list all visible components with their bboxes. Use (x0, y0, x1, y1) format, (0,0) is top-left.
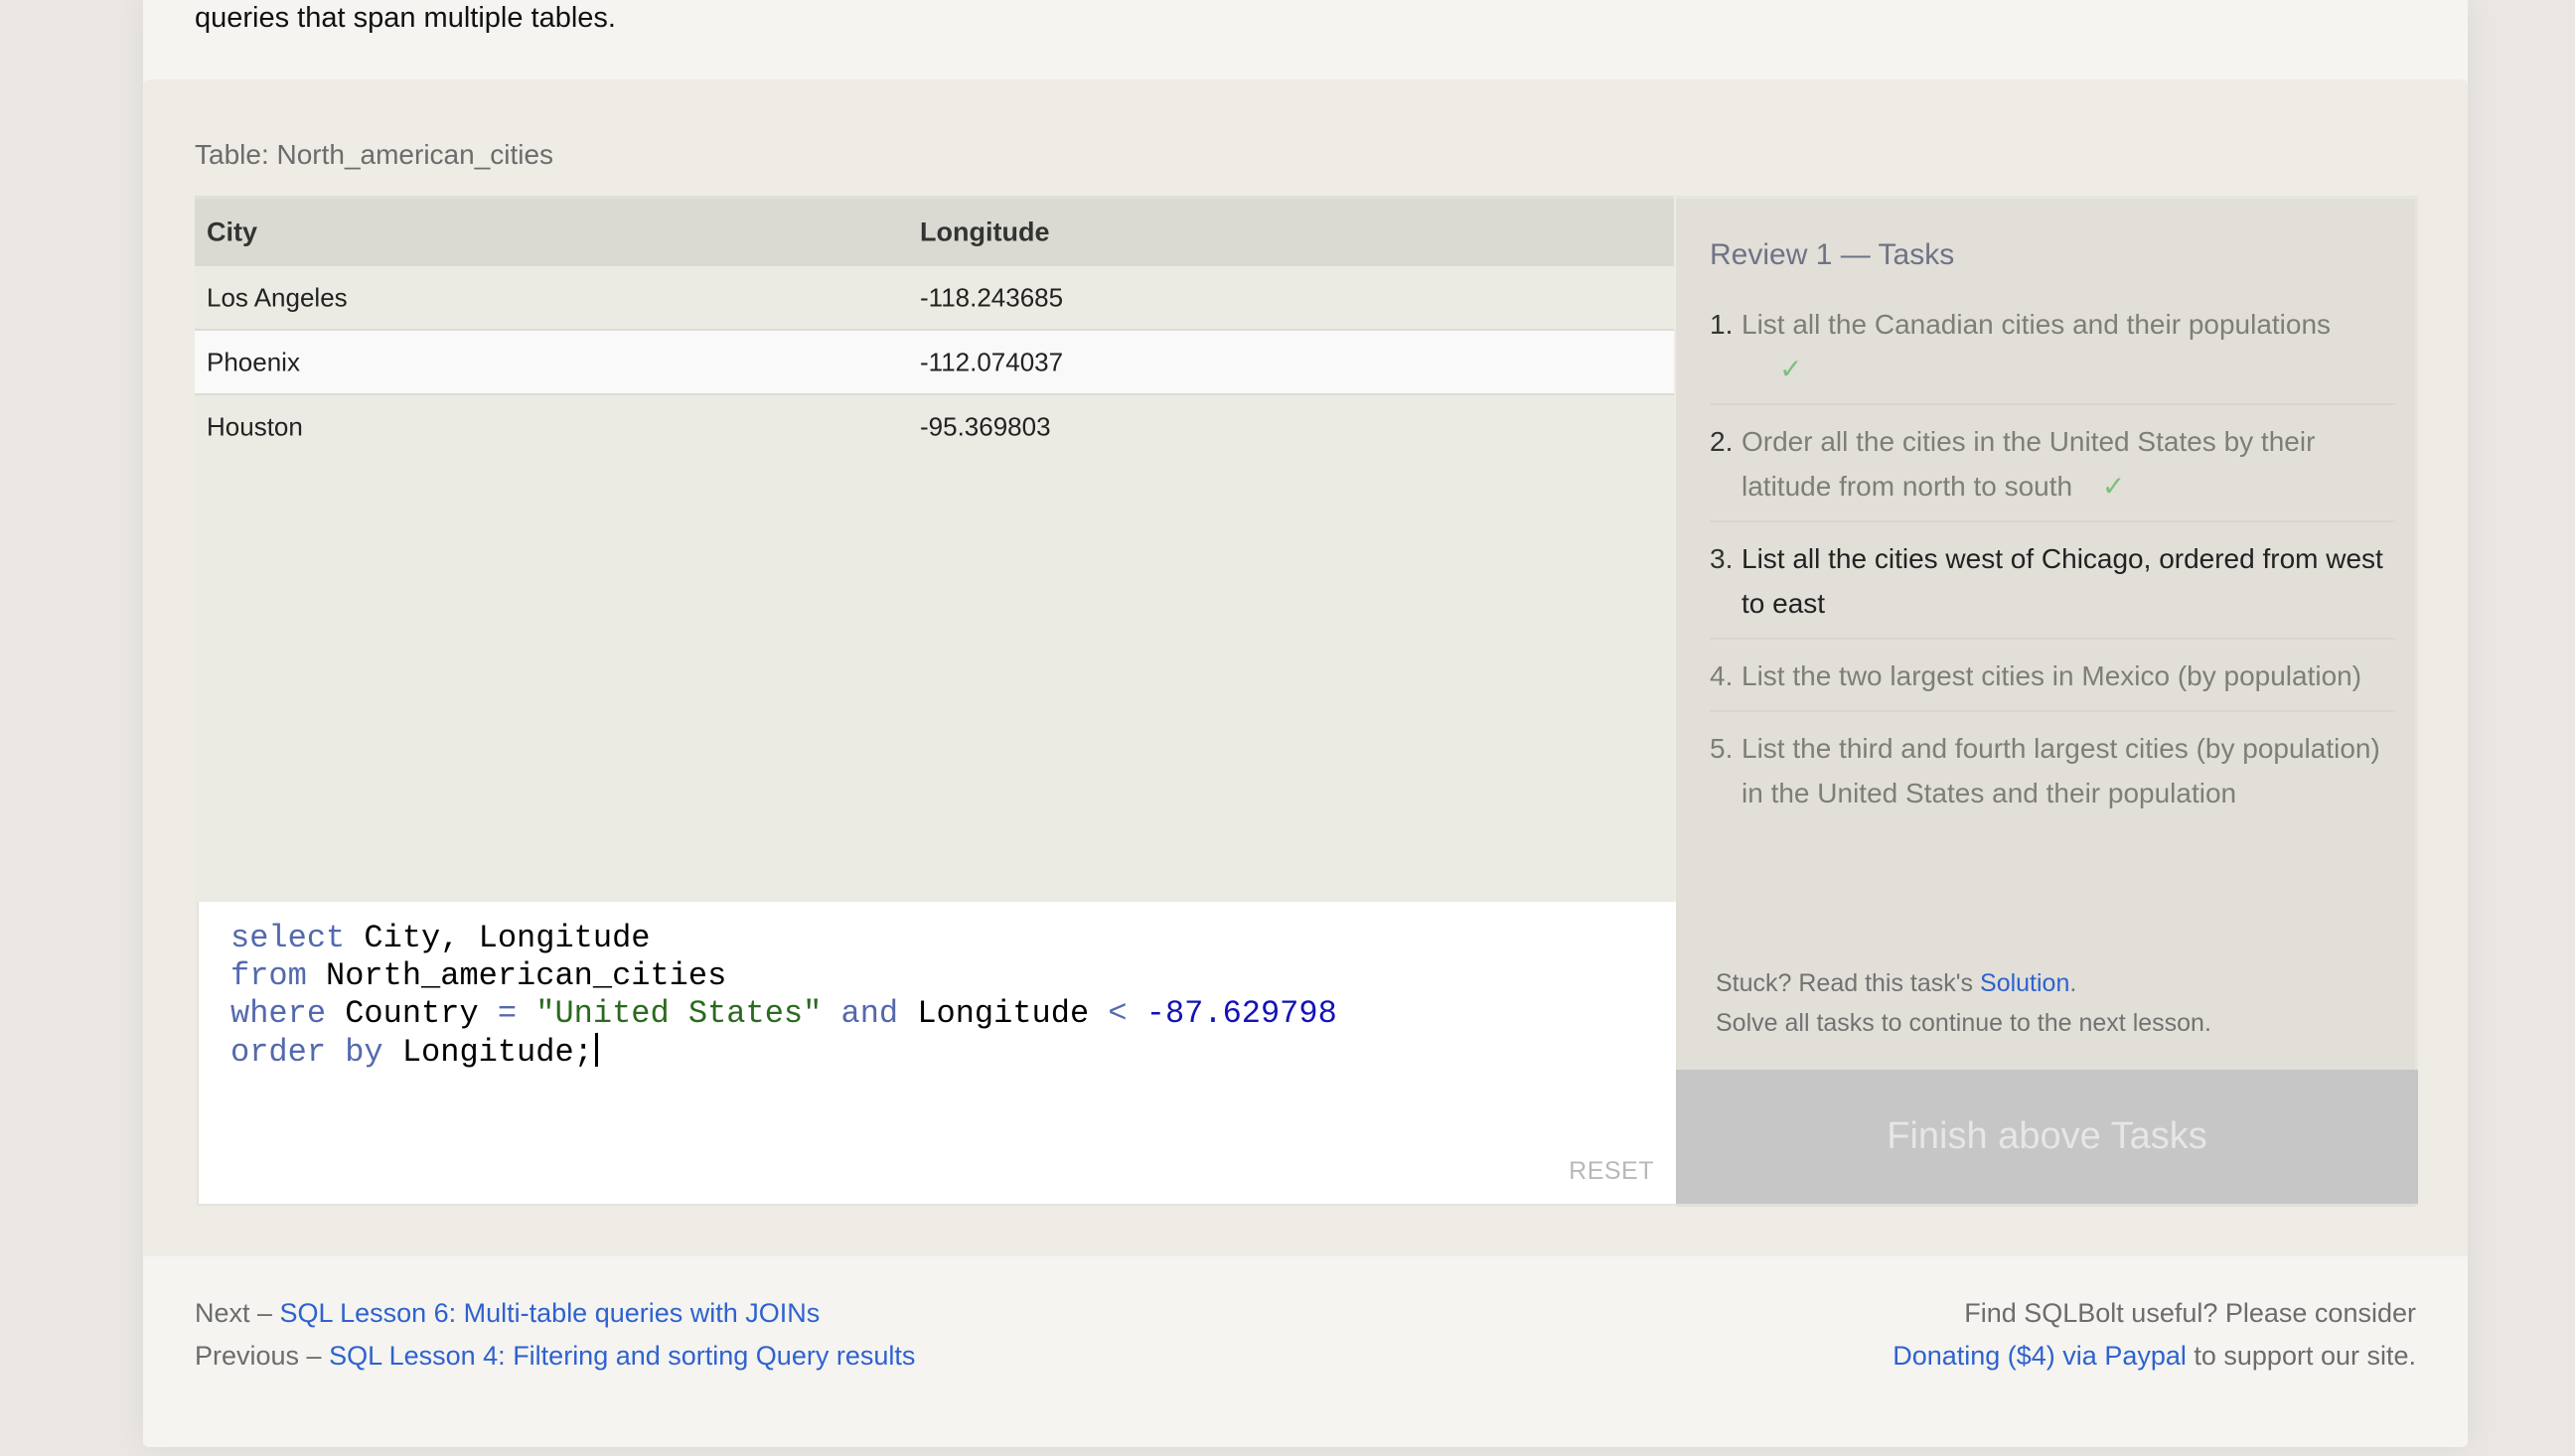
code-token-kw: order by (230, 1034, 383, 1071)
column-header-city: City (207, 217, 258, 247)
donation-note: Find SQLBolt useful? Please consider Don… (1893, 1292, 2416, 1378)
task-number: 2. (1710, 426, 1734, 457)
sql-editor[interactable]: select City, Longitude from North_americ… (197, 902, 1676, 1206)
cell-longitude: -112.074037 (920, 347, 1064, 376)
task-item: 5. List the third and fourth largest cit… (1710, 726, 2395, 827)
hint-line2: Solve all tasks to continue to the next … (1716, 1009, 2211, 1037)
task-text: List the third and fourth largest cities… (1742, 733, 2380, 808)
solution-link[interactable]: Solution (1980, 969, 2069, 997)
next-lesson-link[interactable]: SQL Lesson 6: Multi-table queries with J… (280, 1298, 821, 1328)
task-number: 5. (1710, 733, 1734, 764)
task-list: 1. List all the Canadian cities and thei… (1710, 302, 2395, 841)
previous-lesson-link[interactable]: SQL Lesson 4: Filtering and sorting Quer… (329, 1341, 915, 1371)
lesson-intro: queries that span multiple tables. (195, 0, 2416, 79)
tasks-panel: Review 1 — Tasks 1. List all the Canadia… (1676, 196, 2418, 1207)
cell-longitude: -118.243685 (920, 282, 1064, 312)
code-token-op: = (497, 995, 518, 1032)
task-number: 4. (1710, 660, 1734, 691)
check-icon: ✓ (2101, 471, 2126, 502)
next-prefix: Next – (195, 1298, 280, 1328)
code-token: Country (326, 995, 498, 1032)
cell-city: Los Angeles (207, 282, 348, 312)
cell-city: Phoenix (207, 347, 300, 376)
task-text: Order all the cities in the United State… (1742, 426, 2316, 502)
tasks-title: Review 1 — Tasks (1710, 238, 1955, 271)
table-row: Houston -95.369803 (195, 395, 1674, 458)
code-line[interactable]: select City, Longitude (230, 920, 650, 956)
check-icon: ✓ (1779, 354, 1803, 384)
code-token: Longitude; (382, 1034, 593, 1071)
code-token-kw: from (230, 957, 307, 994)
task-number: 3. (1710, 543, 1734, 574)
code-token: Longitude (898, 995, 1109, 1032)
hint-prefix: Stuck? Read this task's (1716, 969, 1981, 997)
code-token-kw: and (840, 995, 899, 1032)
code-token-num: -87.629798 (1145, 995, 1337, 1032)
task-item: 2. Order all the cities in the United St… (1710, 419, 2395, 522)
exercise-panel: Table: North_american_cities City Longit… (143, 79, 2468, 1256)
code-line[interactable]: where Country = "United States" and Long… (230, 995, 1337, 1032)
task-item: 4. List the two largest cities in Mexico… (1710, 654, 2395, 712)
code-token: North_american_cities (306, 957, 727, 994)
previous-prefix: Previous – (195, 1341, 330, 1371)
table-row: Phoenix -112.074037 (195, 331, 1674, 395)
hint-suffix: . (2069, 969, 2077, 997)
code-token-kw: select (230, 920, 346, 956)
donate-link[interactable]: Donating ($4) via Paypal (1893, 1341, 2187, 1371)
cell-longitude: -95.369803 (920, 411, 1051, 441)
task-hint: Stuck? Read this task's Solution. Solve … (1716, 963, 2211, 1043)
intro-text: queries that span multiple tables. (195, 2, 616, 34)
table-header: City Longitude (195, 199, 1674, 266)
results-table: City Longitude Los Angeles -118.243685 P… (195, 196, 1674, 905)
page-card: queries that span multiple tables. Table… (143, 0, 2468, 1447)
task-text: List the two largest cities in Mexico (b… (1742, 660, 2362, 691)
task-text: List all the cities west of Chicago, ord… (1742, 543, 2383, 619)
code-token-op: < (1108, 995, 1128, 1032)
task-item-current: 3. List all the cities west of Chicago, … (1710, 536, 2395, 640)
footer: Next – SQL Lesson 6: Multi-table queries… (195, 1256, 2416, 1445)
donate-suffix: to support our site. (2186, 1341, 2416, 1371)
text-cursor (594, 1033, 598, 1067)
code-token-kw: where (230, 995, 327, 1032)
code-line[interactable]: order by Longitude; (230, 1033, 598, 1071)
lesson-navigation: Next – SQL Lesson 6: Multi-table queries… (195, 1292, 915, 1378)
code-line[interactable]: from North_american_cities (230, 957, 726, 994)
code-token: City, Longitude (345, 920, 651, 956)
donate-line1: Find SQLBolt useful? Please consider (1964, 1298, 2416, 1328)
reset-button[interactable]: RESET (1569, 1157, 1654, 1186)
cell-city: Houston (207, 411, 303, 441)
task-number: 1. (1710, 309, 1734, 340)
sql-code[interactable]: select City, Longitude from North_americ… (230, 920, 1337, 1072)
code-token-str: "United States" (535, 995, 823, 1032)
table-label: Table: North_american_cities (195, 139, 554, 170)
finish-tasks-button[interactable]: Finish above Tasks (1676, 1070, 2418, 1204)
table-row: Los Angeles -118.243685 (195, 266, 1674, 331)
task-text: List all the Canadian cities and their p… (1742, 309, 2332, 340)
column-header-longitude: Longitude (920, 217, 1050, 247)
task-item: 1. List all the Canadian cities and thei… (1710, 302, 2395, 405)
